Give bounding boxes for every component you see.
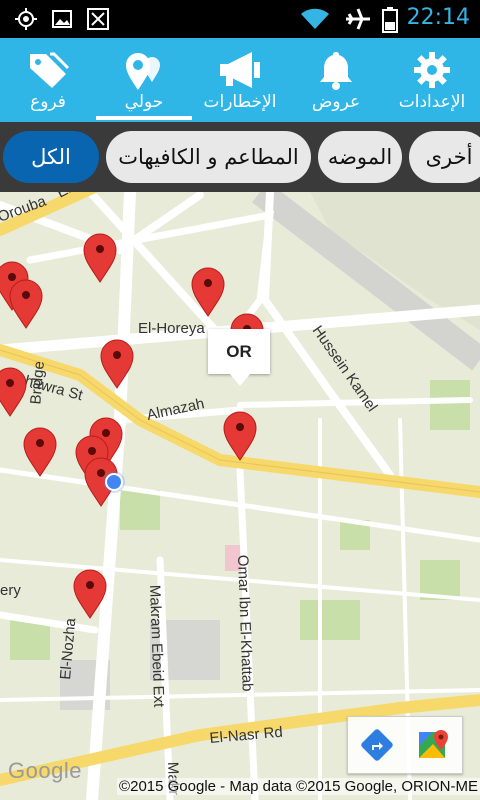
street-label-ery: ery [0,582,21,599]
nav-branches-label: فروع [30,92,66,112]
megaphone-icon [192,48,288,92]
airplane-icon [344,7,372,35]
bell-icon [288,48,384,92]
google-logo: Google [8,758,82,783]
app-notification-icon [86,7,110,35]
tags-icon [0,48,96,92]
marker-info-callout[interactable]: OR [208,329,270,386]
nav-branches[interactable]: فروع [0,38,96,122]
directions-button[interactable] [348,717,405,773]
nav-offers[interactable]: عروض [288,38,384,122]
battery-icon [382,7,398,37]
location-pin-icon [96,48,192,92]
street-label-el-horeya: El-Horeya [138,320,205,337]
nav-nearby-label: حولي [124,92,164,112]
filter-all[interactable]: الكل [3,131,99,183]
nav-settings-label: الإعدادات [398,92,466,112]
image-icon [50,7,74,35]
gps-icon [14,7,38,35]
nav-settings[interactable]: الإعدادات [384,38,480,122]
status-bar: 22:14 [0,0,480,38]
active-tab-indicator [96,116,192,120]
gear-icon [384,48,480,92]
map-attribution: ©2015 Google - Map data ©2015 Google, OR… [117,778,480,795]
map-toolbar [347,716,463,774]
google-maps-icon [418,730,448,758]
map-view[interactable]: Orouba El-Gala El-Horeya Hussein Kamel A… [0,192,480,800]
nav-notifications-label: الإخطارات [203,92,277,112]
filter-other[interactable]: أخرى [409,131,480,183]
wifi-icon [300,7,330,35]
nav-notifications[interactable]: الإخطارات [192,38,288,122]
category-filter-bar: أخرى الموضه المطاعم و الكافيهات الكل [0,122,480,192]
filter-fashion[interactable]: الموضه [318,131,402,183]
top-nav: الإعدادات عروض الإخطارات حولي فروع [0,38,480,122]
filter-restaurants-cafes[interactable]: المطاعم و الكافيهات [106,131,311,183]
clock: 22:14 [406,5,470,30]
nav-offers-label: عروض [311,92,361,112]
map-tiles: Orouba El-Gala El-Horeya Hussein Kamel A… [0,192,480,800]
directions-icon [360,729,393,761]
nav-nearby[interactable]: حولي [96,38,192,122]
open-in-google-maps-button[interactable] [405,717,462,773]
